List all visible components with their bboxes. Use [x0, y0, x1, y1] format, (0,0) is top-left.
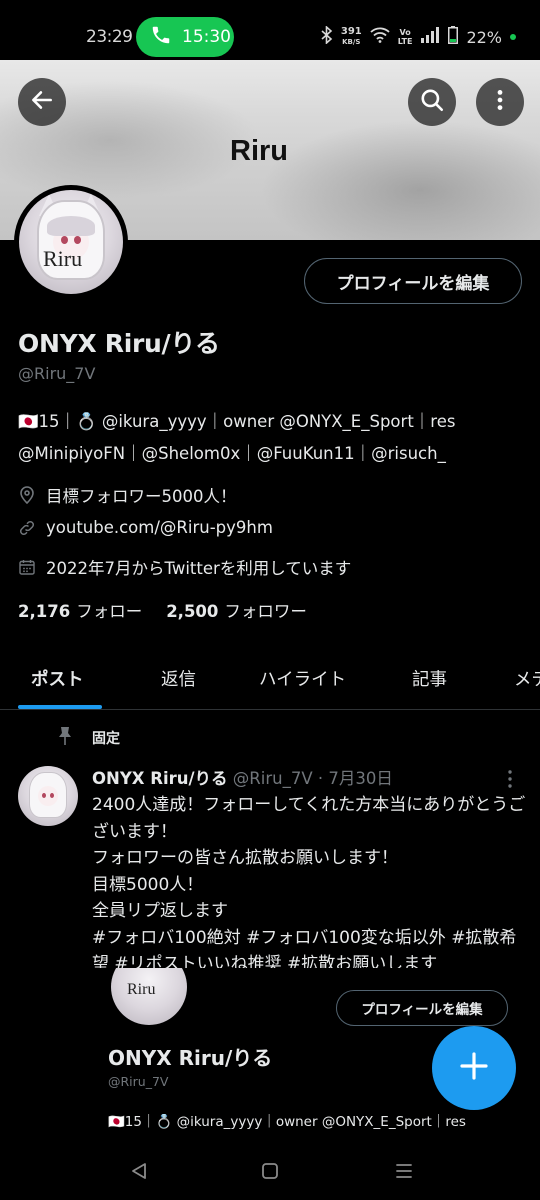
profile-link-row: youtube.com/@Riru-py9hm — [18, 518, 273, 537]
arrow-left-icon — [29, 87, 55, 117]
profile-handle: @Riru_7V — [18, 364, 96, 383]
active-tab-indicator — [18, 705, 102, 709]
avatar-text: Riru — [43, 246, 83, 271]
home-square-icon — [260, 1161, 280, 1185]
display-name: ONYX Riru/りる — [18, 329, 220, 358]
bio-line: 🇯🇵15｜💍 @ikura_yyyy｜owner @ONYX_E_Sport｜r… — [18, 412, 456, 431]
profile-bio: 🇯🇵15｜💍 @ikura_yyyy｜owner @ONYX_E_Sport｜r… — [18, 406, 528, 470]
embed-bio: 🇯🇵15｜💍 @ikura_yyyy｜owner @ONYX_E_Sport｜r… — [108, 1114, 466, 1130]
location-text: 目標フォロワー5000人！ — [46, 487, 237, 506]
profile-avatar[interactable]: Riru — [14, 185, 128, 299]
following-count: 2,176 — [18, 602, 71, 621]
phone-icon — [150, 24, 172, 50]
back-triangle-icon — [129, 1161, 149, 1185]
recents-menu-icon — [394, 1161, 414, 1185]
embed-avatar: Riru — [108, 968, 190, 1028]
following-link[interactable]: 2,176 フォロー — [18, 598, 142, 622]
post-author-handle: @Riru_7V — [232, 769, 313, 788]
back-button[interactable] — [18, 78, 66, 126]
bio-line: @MinipiyoFN｜@Shelom0x｜@FuuKun11｜@risuch_ — [18, 444, 446, 463]
search-button[interactable] — [408, 78, 456, 126]
embed-display-name: ONYX Riru/りる — [108, 1046, 273, 1070]
post-author-avatar[interactable] — [18, 766, 78, 826]
more-vertical-icon — [487, 87, 513, 117]
post-text: 2400人達成！フォローしてくれた方本当にありがとうございます！ フォロワーの皆… — [92, 795, 526, 974]
nav-recents-button[interactable] — [389, 1158, 419, 1188]
profile-tabs: ポスト 返信 ハイライト 記事 メディア — [0, 648, 540, 710]
pin-icon — [56, 726, 74, 750]
post-more-button[interactable] — [504, 768, 516, 794]
joined-text: 2022年7月からTwitterを利用しています — [46, 559, 352, 578]
tab-articles[interactable]: 記事 — [412, 666, 447, 691]
plus-icon — [459, 1051, 489, 1085]
tab-media[interactable]: メディア — [514, 666, 540, 691]
status-icons: 391 KB/S Vo LTE 22% — [321, 25, 516, 48]
call-duration: 15:30 — [182, 27, 231, 47]
profile-link[interactable]: youtube.com/@Riru-py9hm — [46, 518, 273, 537]
calendar-icon — [18, 558, 36, 576]
system-nav-bar — [0, 1148, 540, 1200]
avatar-image: Riru — [19, 190, 123, 294]
network-speed: 391 KB/S — [340, 26, 362, 47]
pinned-label: 固定 — [92, 731, 120, 747]
edit-profile-button[interactable]: プロフィールを編集 — [304, 258, 522, 304]
post-separator: · — [317, 769, 324, 788]
tab-highlights[interactable]: ハイライト — [259, 666, 346, 691]
followers-count: 2,500 — [166, 602, 219, 621]
post-header: ONYX Riru/りる @Riru_7V · 7月30日 — [92, 765, 393, 789]
following-label: フォロー — [76, 602, 143, 621]
nav-back-button[interactable] — [124, 1158, 154, 1188]
search-icon — [419, 87, 445, 117]
banner-title: Riru — [227, 135, 291, 168]
privacy-dot — [510, 34, 516, 40]
ongoing-call-pill[interactable]: 15:30 — [136, 17, 234, 57]
pinned-indicator: 固定 — [56, 726, 120, 750]
profile-joined: 2022年7月からTwitterを利用しています — [18, 555, 351, 579]
battery-percent: 22% — [466, 27, 502, 47]
link-icon — [18, 519, 36, 537]
post-date: 7月30日 — [328, 769, 393, 788]
wifi-icon — [370, 27, 390, 47]
embed-edit-profile-button: プロフィールを編集 — [336, 990, 508, 1026]
followers-link[interactable]: 2,500 フォロワー — [166, 598, 307, 622]
post-author-name[interactable]: ONYX Riru/りる — [92, 769, 228, 788]
volte-indicator: Vo LTE — [397, 28, 413, 46]
compose-post-button[interactable] — [432, 1026, 516, 1110]
follow-stats: 2,176 フォロー 2,500 フォロワー — [18, 598, 307, 622]
tab-posts[interactable]: ポスト — [31, 666, 84, 691]
tab-replies[interactable]: 返信 — [161, 666, 196, 691]
battery-icon — [448, 26, 459, 48]
nav-home-button[interactable] — [255, 1158, 285, 1188]
followers-label: フォロワー — [224, 602, 307, 621]
bluetooth-icon — [321, 25, 333, 48]
more-options-button[interactable] — [476, 78, 524, 126]
profile-location: 目標フォロワー5000人！ — [18, 483, 237, 507]
location-pin-icon — [18, 486, 36, 504]
signal-icon — [420, 27, 440, 47]
status-time: 23:29 — [86, 27, 133, 47]
embed-handle: @Riru_7V — [108, 1074, 169, 1089]
status-bar: 23:29 15:30 391 KB/S Vo LTE 22% — [0, 0, 540, 60]
